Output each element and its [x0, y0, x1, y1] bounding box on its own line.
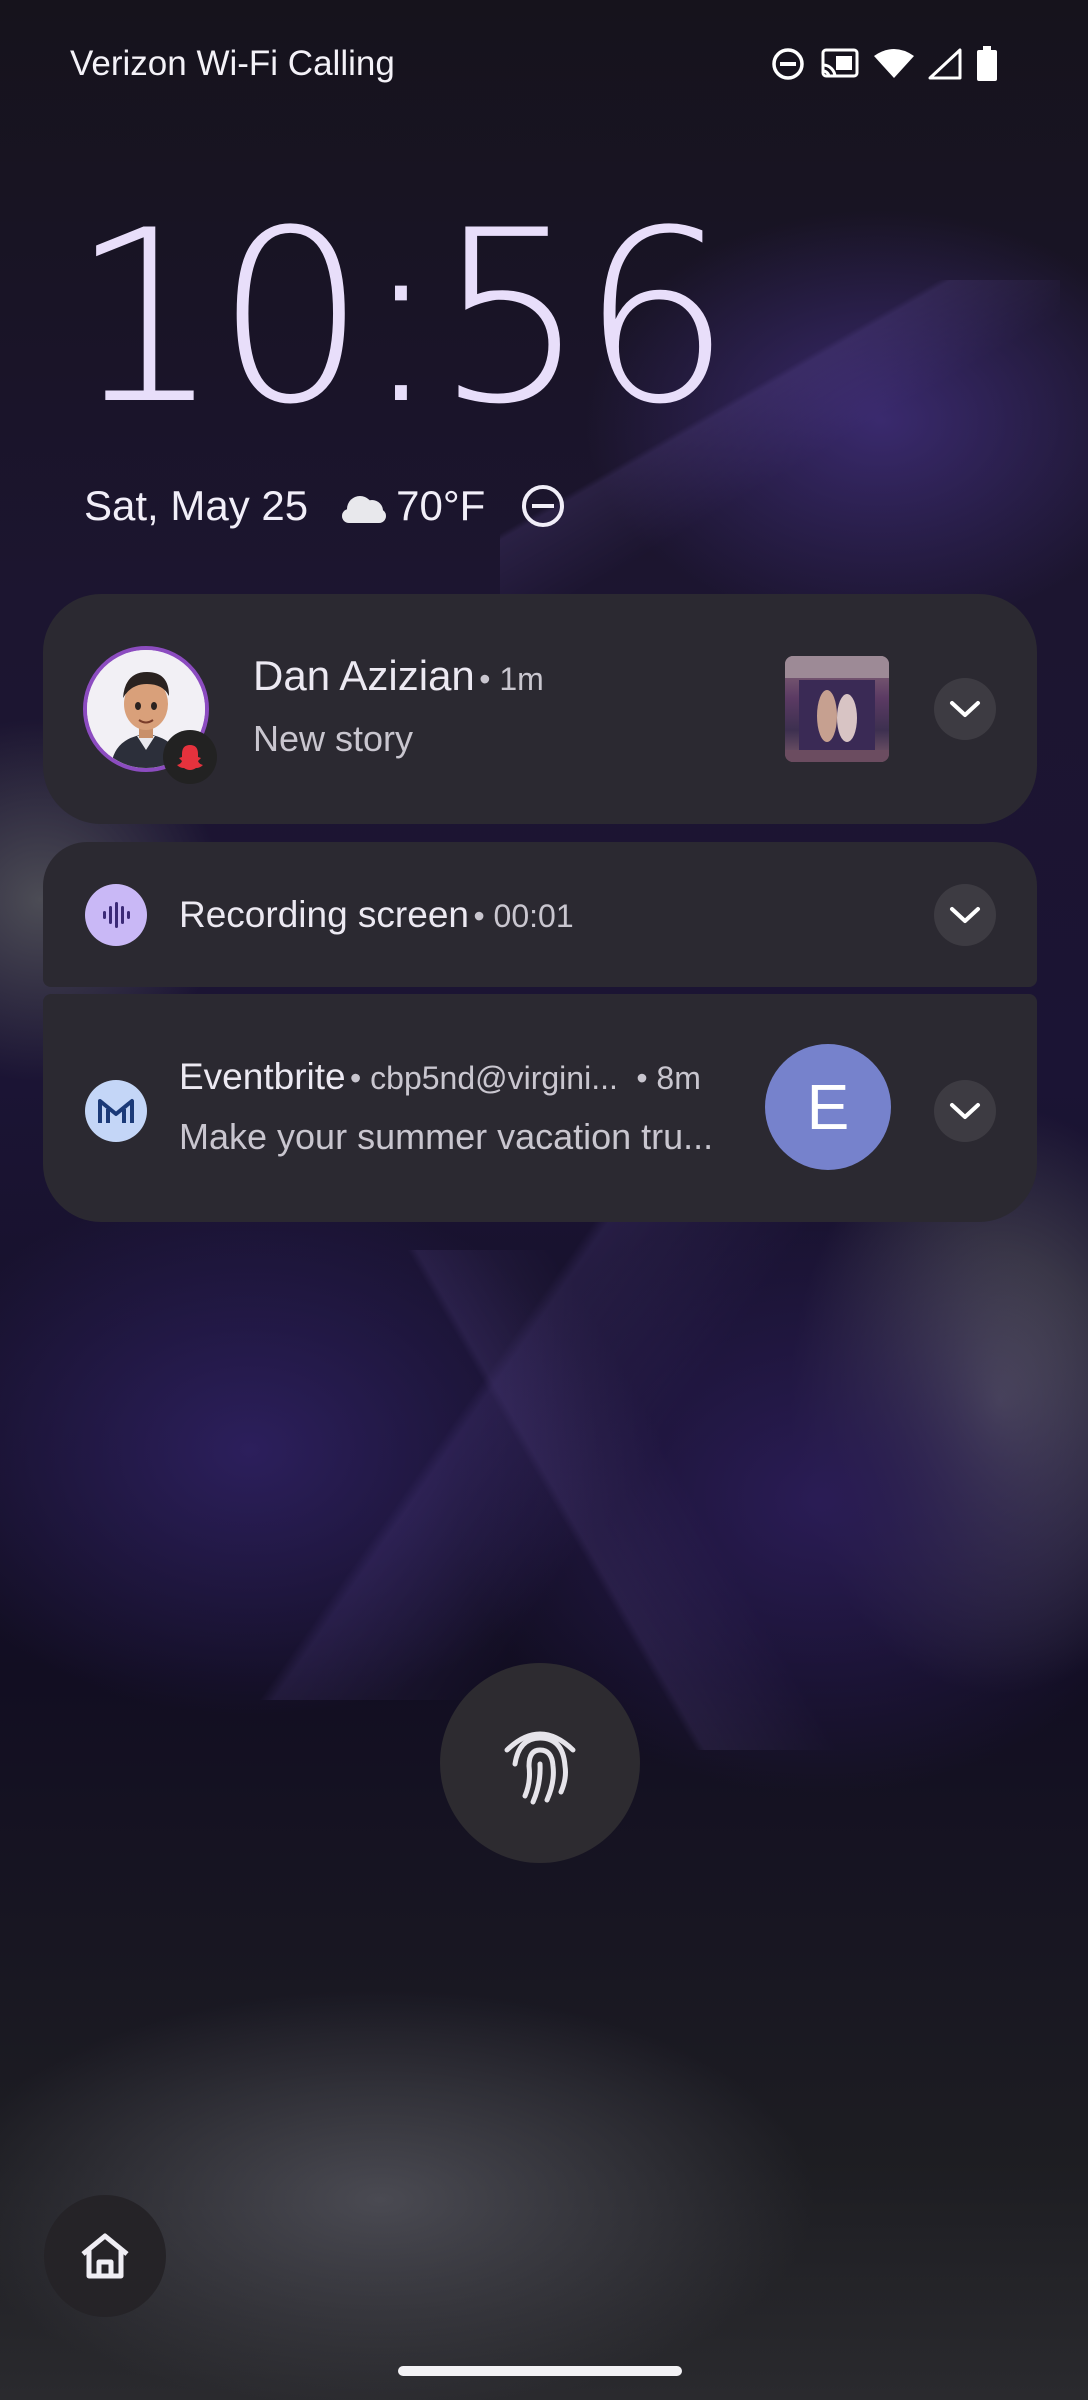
home-shortcut-button[interactable]	[44, 2195, 166, 2317]
chevron-down-icon	[950, 1103, 980, 1119]
snapchat-icon	[163, 730, 217, 784]
fingerprint-icon	[504, 1731, 576, 1805]
expand-button[interactable]	[934, 1080, 996, 1142]
notification-sender: Dan Azizian	[253, 652, 475, 699]
story-thumbnail	[785, 656, 889, 762]
notification-header: Recording screen • 00:01	[179, 894, 574, 936]
expand-button[interactable]	[934, 678, 996, 740]
temperature-label[interactable]: 70°F	[396, 482, 485, 530]
notification-header: Dan Azizian • 1m	[253, 652, 544, 700]
notification-gmail[interactable]: Eventbrite • cbp5nd@virgini... • 8m Make…	[43, 994, 1037, 1222]
carrier-label: Verizon Wi-Fi Calling	[70, 44, 395, 83]
notification-time: • 00:01	[473, 898, 574, 934]
fingerprint-sensor[interactable]	[440, 1663, 640, 1863]
notification-title: Recording screen	[179, 894, 469, 935]
cast-icon	[821, 48, 859, 78]
notification-screen-recorder[interactable]: Recording screen • 00:01	[43, 842, 1037, 987]
home-icon	[81, 2233, 129, 2279]
notification-text: New story	[253, 718, 414, 759]
status-bar: Verizon Wi-Fi Calling	[0, 0, 1088, 130]
date-weather-line: Sat, May 25 70°F	[84, 482, 567, 530]
status-icons	[770, 46, 998, 82]
notification-text: Make your summer vacation tru...	[179, 1116, 714, 1157]
notification-sender: Eventbrite	[179, 1056, 346, 1097]
wifi-icon	[874, 49, 914, 78]
chevron-down-icon	[950, 701, 980, 717]
do-not-disturb-icon	[772, 48, 804, 80]
cloudy-icon	[342, 496, 387, 523]
chevron-down-icon	[950, 907, 980, 923]
expand-button[interactable]	[934, 884, 996, 946]
notification-time: • 1m	[479, 661, 544, 697]
notification-header: Eventbrite • cbp5nd@virgini... • 8m	[179, 1056, 779, 1098]
notification-account: • cbp5nd@virgini...	[350, 1060, 618, 1096]
screen-recorder-icon	[85, 884, 147, 946]
notification-snapchat[interactable]: Dan Azizian • 1m New story	[43, 594, 1037, 824]
do-not-disturb-icon	[522, 485, 565, 527]
battery-icon	[977, 46, 997, 81]
gmail-icon	[85, 1080, 147, 1142]
sender-avatar: E	[765, 1044, 891, 1170]
lock-clock: 10:56	[70, 180, 732, 457]
notification-time: • 8m	[636, 1060, 701, 1096]
gesture-nav-handle[interactable]	[398, 2366, 682, 2376]
date-label[interactable]: Sat, May 25	[84, 482, 308, 530]
cellular-signal-icon	[928, 48, 962, 80]
